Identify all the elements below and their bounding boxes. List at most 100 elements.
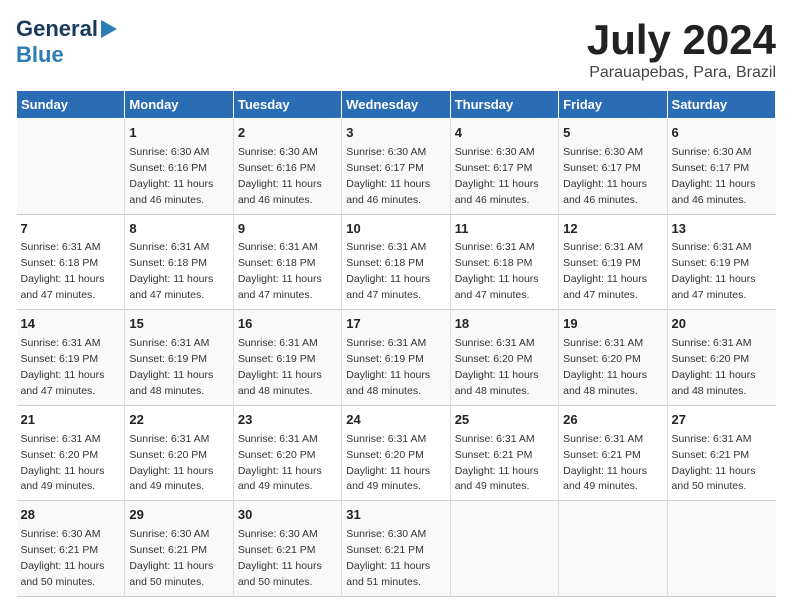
- calendar-cell: 19 Sunrise: 6:31 AM Sunset: 6:20 PM Dayli…: [559, 310, 667, 406]
- day-detail: Sunrise: 6:30 AM Sunset: 6:21 PM Dayligh…: [346, 528, 430, 588]
- weekday-header-wednesday: Wednesday: [342, 91, 450, 119]
- day-detail: Sunrise: 6:30 AM Sunset: 6:17 PM Dayligh…: [672, 146, 756, 206]
- day-detail: Sunrise: 6:31 AM Sunset: 6:20 PM Dayligh…: [563, 337, 647, 397]
- day-number: 14: [21, 315, 121, 334]
- calendar-cell: 6 Sunrise: 6:30 AM Sunset: 6:17 PM Daylig…: [667, 119, 775, 215]
- day-detail: Sunrise: 6:31 AM Sunset: 6:20 PM Dayligh…: [346, 433, 430, 493]
- weekday-header-tuesday: Tuesday: [233, 91, 341, 119]
- calendar-cell: 27 Sunrise: 6:31 AM Sunset: 6:21 PM Dayli…: [667, 405, 775, 501]
- calendar-cell: 29 Sunrise: 6:30 AM Sunset: 6:21 PM Dayli…: [125, 501, 233, 597]
- day-number: 12: [563, 220, 662, 239]
- calendar-cell: 22 Sunrise: 6:31 AM Sunset: 6:20 PM Dayli…: [125, 405, 233, 501]
- day-detail: Sunrise: 6:30 AM Sunset: 6:21 PM Dayligh…: [238, 528, 322, 588]
- day-number: 3: [346, 124, 445, 143]
- day-detail: Sunrise: 6:30 AM Sunset: 6:17 PM Dayligh…: [455, 146, 539, 206]
- calendar-cell: 2Sunrise: 6:30 AM Sunset: 6:16 PM Daylig…: [233, 119, 341, 215]
- weekday-header-sunday: Sunday: [17, 91, 125, 119]
- day-number: 5: [563, 124, 662, 143]
- calendar-cell: 8Sunrise: 6:31 AM Sunset: 6:18 PM Daylig…: [125, 214, 233, 310]
- calendar-cell: 10Sunrise: 6:31 AM Sunset: 6:18 PM Dayli…: [342, 214, 450, 310]
- calendar-cell: 18Sunrise: 6:31 AM Sunset: 6:20 PM Dayli…: [450, 310, 558, 406]
- day-number: 21: [21, 411, 121, 430]
- day-number: 26: [563, 411, 662, 430]
- calendar-title: July 2024: [587, 16, 776, 64]
- calendar-cell: 14 Sunrise: 6:31 AM Sunset: 6:19 PM Dayli…: [17, 310, 125, 406]
- day-detail: Sunrise: 6:31 AM Sunset: 6:21 PM Dayligh…: [455, 433, 539, 493]
- day-number: 2: [238, 124, 337, 143]
- day-number: 22: [129, 411, 228, 430]
- day-number: 24: [346, 411, 445, 430]
- calendar-week-row: 14 Sunrise: 6:31 AM Sunset: 6:19 PM Dayli…: [17, 310, 776, 406]
- day-number: 18: [455, 315, 554, 334]
- calendar-week-row: 7 Sunrise: 6:31 AM Sunset: 6:18 PM Daylig…: [17, 214, 776, 310]
- calendar-cell: 1Sunrise: 6:30 AM Sunset: 6:16 PM Daylig…: [125, 119, 233, 215]
- day-number: 25: [455, 411, 554, 430]
- calendar-table: SundayMondayTuesdayWednesdayThursdayFrid…: [16, 90, 776, 597]
- calendar-cell: 25 Sunrise: 6:31 AM Sunset: 6:21 PM Dayli…: [450, 405, 558, 501]
- day-number: 29: [129, 506, 228, 525]
- day-number: 10: [346, 220, 445, 239]
- calendar-cell: 26 Sunrise: 6:31 AM Sunset: 6:21 PM Dayli…: [559, 405, 667, 501]
- logo-text-general: General: [16, 16, 98, 42]
- day-number: 7: [21, 220, 121, 239]
- calendar-week-row: 21 Sunrise: 6:31 AM Sunset: 6:20 PM Dayli…: [17, 405, 776, 501]
- day-number: 9: [238, 220, 337, 239]
- calendar-cell: 21 Sunrise: 6:31 AM Sunset: 6:20 PM Dayli…: [17, 405, 125, 501]
- calendar-subtitle: Parauapebas, Para, Brazil: [587, 64, 776, 82]
- calendar-cell: 20 Sunrise: 6:31 AM Sunset: 6:20 PM Dayli…: [667, 310, 775, 406]
- calendar-header: SundayMondayTuesdayWednesdayThursdayFrid…: [17, 91, 776, 119]
- calendar-cell: [450, 501, 558, 597]
- calendar-cell: 12 Sunrise: 6:31 AM Sunset: 6:19 PM Dayli…: [559, 214, 667, 310]
- day-number: 31: [346, 506, 445, 525]
- weekday-header-monday: Monday: [125, 91, 233, 119]
- day-detail: Sunrise: 6:31 AM Sunset: 6:19 PM Dayligh…: [129, 337, 213, 397]
- calendar-title-block: July 2024 Parauapebas, Para, Brazil: [587, 16, 776, 82]
- calendar-cell: 13 Sunrise: 6:31 AM Sunset: 6:19 PM Dayli…: [667, 214, 775, 310]
- calendar-cell: 31 Sunrise: 6:30 AM Sunset: 6:21 PM Dayli…: [342, 501, 450, 597]
- logo-arrow-icon: [101, 20, 117, 38]
- weekday-header-friday: Friday: [559, 91, 667, 119]
- calendar-week-row: 1Sunrise: 6:30 AM Sunset: 6:16 PM Daylig…: [17, 119, 776, 215]
- calendar-cell: 11Sunrise: 6:31 AM Sunset: 6:18 PM Dayli…: [450, 214, 558, 310]
- calendar-week-row: 28 Sunrise: 6:30 AM Sunset: 6:21 PM Dayli…: [17, 501, 776, 597]
- day-number: 13: [672, 220, 772, 239]
- day-detail: Sunrise: 6:30 AM Sunset: 6:21 PM Dayligh…: [129, 528, 213, 588]
- day-detail: Sunrise: 6:31 AM Sunset: 6:20 PM Dayligh…: [672, 337, 756, 397]
- day-detail: Sunrise: 6:31 AM Sunset: 6:21 PM Dayligh…: [563, 433, 647, 493]
- day-number: 28: [21, 506, 121, 525]
- calendar-cell: 17Sunrise: 6:31 AM Sunset: 6:19 PM Dayli…: [342, 310, 450, 406]
- calendar-cell: [559, 501, 667, 597]
- day-detail: Sunrise: 6:31 AM Sunset: 6:18 PM Dayligh…: [238, 241, 322, 301]
- weekday-header-saturday: Saturday: [667, 91, 775, 119]
- day-number: 19: [563, 315, 662, 334]
- day-number: 6: [672, 124, 772, 143]
- weekday-header-thursday: Thursday: [450, 91, 558, 119]
- day-number: 20: [672, 315, 772, 334]
- day-detail: Sunrise: 6:31 AM Sunset: 6:19 PM Dayligh…: [346, 337, 430, 397]
- day-detail: Sunrise: 6:31 AM Sunset: 6:20 PM Dayligh…: [238, 433, 322, 493]
- day-detail: Sunrise: 6:31 AM Sunset: 6:20 PM Dayligh…: [21, 433, 105, 493]
- calendar-cell: 4 Sunrise: 6:30 AM Sunset: 6:17 PM Daylig…: [450, 119, 558, 215]
- day-detail: Sunrise: 6:31 AM Sunset: 6:19 PM Dayligh…: [672, 241, 756, 301]
- day-number: 11: [455, 220, 554, 239]
- day-number: 16: [238, 315, 337, 334]
- day-detail: Sunrise: 6:31 AM Sunset: 6:19 PM Dayligh…: [563, 241, 647, 301]
- day-number: 23: [238, 411, 337, 430]
- logo-text-blue: Blue: [16, 42, 64, 67]
- day-detail: Sunrise: 6:30 AM Sunset: 6:17 PM Dayligh…: [346, 146, 430, 206]
- page-header: General Blue July 2024 Parauapebas, Para…: [16, 16, 776, 82]
- calendar-cell: 9 Sunrise: 6:31 AM Sunset: 6:18 PM Daylig…: [233, 214, 341, 310]
- calendar-cell: 15Sunrise: 6:31 AM Sunset: 6:19 PM Dayli…: [125, 310, 233, 406]
- logo: General Blue: [16, 16, 117, 68]
- day-detail: Sunrise: 6:31 AM Sunset: 6:20 PM Dayligh…: [129, 433, 213, 493]
- calendar-cell: [17, 119, 125, 215]
- day-detail: Sunrise: 6:31 AM Sunset: 6:18 PM Dayligh…: [129, 241, 213, 301]
- day-number: 4: [455, 124, 554, 143]
- calendar-cell: 24 Sunrise: 6:31 AM Sunset: 6:20 PM Dayli…: [342, 405, 450, 501]
- calendar-cell: 16Sunrise: 6:31 AM Sunset: 6:19 PM Dayli…: [233, 310, 341, 406]
- day-number: 1: [129, 124, 228, 143]
- day-number: 27: [672, 411, 772, 430]
- day-detail: Sunrise: 6:31 AM Sunset: 6:21 PM Dayligh…: [672, 433, 756, 493]
- day-detail: Sunrise: 6:31 AM Sunset: 6:19 PM Dayligh…: [21, 337, 105, 397]
- weekday-header-row: SundayMondayTuesdayWednesdayThursdayFrid…: [17, 91, 776, 119]
